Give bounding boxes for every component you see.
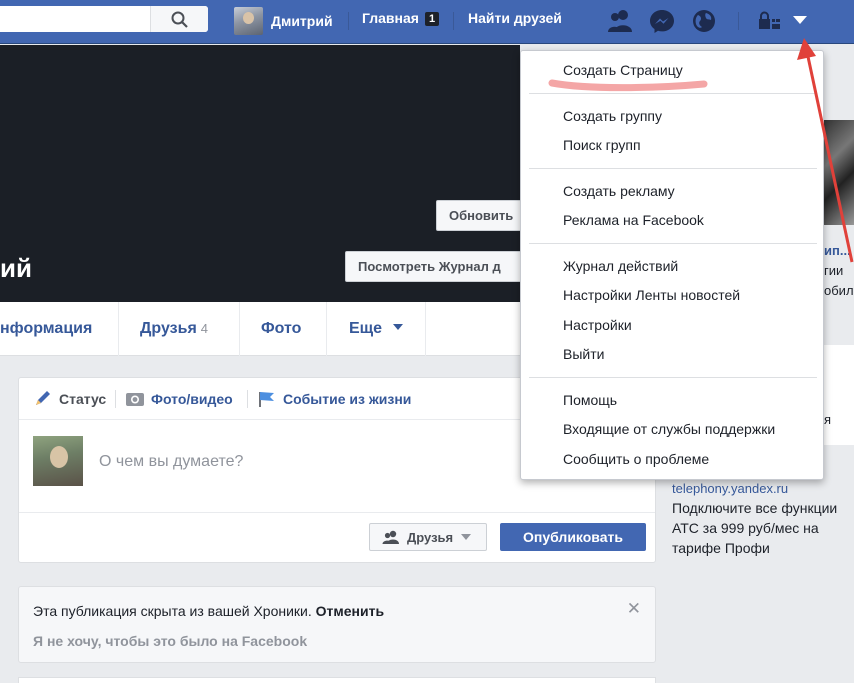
tab-friends-count: 4	[200, 321, 209, 336]
flag-icon	[259, 392, 274, 407]
tab-friends-label: Друзья	[140, 320, 197, 337]
life-event-label: Событие из жизни	[283, 391, 412, 407]
tab-friends[interactable]: Друзья 4	[140, 302, 208, 356]
menu-item-logout[interactable]: Выйти	[563, 346, 604, 362]
caret-down-icon	[461, 534, 472, 540]
ad-domain-link[interactable]: telephony.yandex.ru	[672, 481, 788, 496]
photo-video-label: Фото/видео	[151, 391, 233, 407]
menu-item-create-page[interactable]: Создать Страницу	[563, 62, 683, 78]
audience-label: Друзья	[407, 529, 454, 545]
pencil-icon	[36, 391, 50, 405]
profile-tabs: нформация Друзья 4 Фото Еще	[0, 302, 520, 356]
menu-divider	[529, 168, 817, 169]
ad-description: Подключите все функции АТС за 999 руб/ме…	[672, 500, 838, 556]
hidden-post-notice: Эта публикация скрыта из вашей Хроники. …	[18, 586, 656, 663]
undo-hide-link[interactable]: Отменить	[316, 603, 384, 619]
menu-divider	[529, 377, 817, 378]
tab-about[interactable]: нформация	[0, 302, 92, 356]
life-event-tab[interactable]: Событие из жизни	[257, 390, 411, 408]
tab-divider	[425, 302, 426, 356]
profile-name: Дмитрий	[271, 13, 333, 29]
next-post-card	[18, 677, 656, 683]
avatar	[33, 436, 83, 486]
menu-item-report-problem[interactable]: Сообщить о проблеме	[563, 451, 709, 467]
sponsored-text-line: обил	[824, 283, 854, 298]
audience-selector-button[interactable]: Друзья	[369, 523, 487, 551]
sponsored-text-line: гии	[824, 263, 844, 278]
tab-divider	[239, 302, 240, 356]
messenger-icon[interactable]	[648, 8, 676, 34]
notice-message: Эта публикация скрыта из вашей Хроники.	[33, 603, 312, 619]
photo-video-tab[interactable]: Фото/видео	[125, 390, 233, 408]
account-dropdown-menu: Создать Страницу Создать группу Поиск гр…	[520, 50, 824, 480]
update-info-button[interactable]: Обновить	[436, 200, 526, 231]
top-navigation-bar: Дмитрий Главная 1 Найти друзей	[0, 0, 854, 44]
privacy-lock-icon[interactable]	[758, 11, 782, 31]
not-on-facebook-link[interactable]: Я не хочу, чтобы это было на Facebook	[33, 633, 307, 649]
sponsored-image[interactable]	[824, 120, 854, 225]
friend-requests-icon[interactable]	[606, 8, 634, 34]
sponsored-text-line: я	[824, 412, 832, 427]
profile-name-heading: ий	[0, 253, 32, 283]
composer-footer: Друзья Опубликовать	[19, 512, 655, 562]
view-activity-log-button[interactable]: Посмотреть Журнал д	[345, 251, 525, 282]
menu-divider	[529, 243, 817, 244]
avatar	[234, 7, 263, 35]
sponsored-title[interactable]: ип...	[824, 243, 851, 258]
tab-more-label: Еще	[349, 320, 383, 337]
search-button[interactable]	[150, 6, 208, 32]
tab-photos[interactable]: Фото	[261, 302, 301, 356]
notifications-globe-icon[interactable]	[690, 8, 718, 34]
menu-item-support-inbox[interactable]: Входящие от службы поддержки	[563, 421, 775, 437]
menu-divider	[529, 93, 817, 94]
close-icon[interactable]: ✕	[627, 599, 641, 619]
nav-divider	[738, 12, 739, 30]
status-tab[interactable]: Статус	[33, 390, 106, 408]
account-menu-chevron-down-icon[interactable]	[792, 14, 808, 26]
search-icon	[171, 11, 188, 28]
home-badge: 1	[424, 12, 440, 26]
composer-header-divider	[115, 390, 116, 408]
caret-down-icon	[392, 324, 403, 330]
friends-icon	[382, 530, 399, 544]
notice-text: Эта публикация скрыта из вашей Хроники. …	[33, 603, 384, 619]
tab-about-label: нформация	[0, 320, 93, 337]
nav-divider	[453, 12, 454, 30]
status-label: Статус	[59, 391, 107, 407]
menu-item-find-groups[interactable]: Поиск групп	[563, 137, 641, 153]
home-link[interactable]: Главная 1	[362, 10, 440, 26]
menu-item-advertising[interactable]: Реклама на Facebook	[563, 212, 704, 228]
publish-button[interactable]: Опубликовать	[500, 523, 646, 551]
composer-header-divider	[247, 390, 248, 408]
camera-icon	[126, 393, 144, 406]
profile-link[interactable]: Дмитрий	[234, 6, 333, 36]
search-input[interactable]	[0, 6, 208, 32]
menu-item-create-group[interactable]: Создать группу	[563, 108, 662, 124]
tab-more[interactable]: Еще	[349, 302, 403, 356]
menu-item-settings[interactable]: Настройки	[563, 317, 632, 333]
menu-item-news-feed-preferences[interactable]: Настройки Ленты новостей	[563, 287, 740, 303]
find-friends-link[interactable]: Найти друзей	[468, 10, 562, 26]
tab-photos-label: Фото	[261, 320, 302, 337]
menu-item-help[interactable]: Помощь	[563, 392, 617, 408]
tab-divider	[326, 302, 327, 356]
menu-item-activity-log[interactable]: Журнал действий	[563, 258, 678, 274]
tab-divider	[118, 302, 119, 356]
nav-divider	[348, 12, 349, 30]
menu-item-create-ad[interactable]: Создать рекламу	[563, 183, 675, 199]
sponsored-card	[824, 345, 854, 445]
post-text-input[interactable]: О чем вы думаете?	[99, 453, 243, 471]
home-label: Главная	[362, 10, 419, 26]
